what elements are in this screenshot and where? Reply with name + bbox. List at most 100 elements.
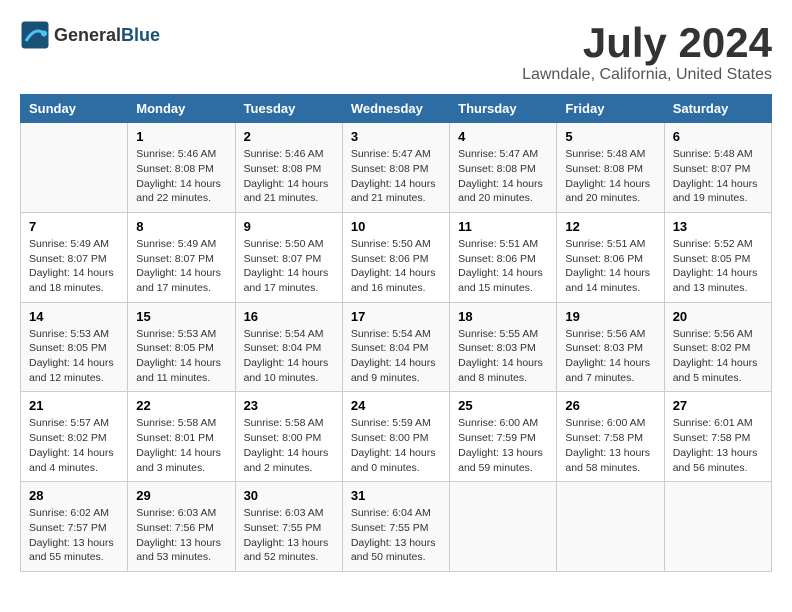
day-detail: Sunrise: 5:54 AM Sunset: 8:04 PM Dayligh… — [351, 327, 441, 386]
day-detail: Sunrise: 5:56 AM Sunset: 8:03 PM Dayligh… — [565, 327, 655, 386]
calendar-cell: 7 Sunrise: 5:49 AM Sunset: 8:07 PM Daylig… — [21, 212, 128, 302]
calendar-cell: 1 Sunrise: 5:46 AM Sunset: 8:08 PM Daylig… — [128, 123, 235, 213]
calendar-week-row: 7 Sunrise: 5:49 AM Sunset: 8:07 PM Daylig… — [21, 212, 772, 302]
day-number: 12 — [565, 219, 655, 234]
calendar-week-row: 1 Sunrise: 5:46 AM Sunset: 8:08 PM Daylig… — [21, 123, 772, 213]
day-number: 2 — [244, 129, 334, 144]
calendar-cell: 9 Sunrise: 5:50 AM Sunset: 8:07 PM Daylig… — [235, 212, 342, 302]
day-number: 14 — [29, 309, 119, 324]
calendar-cell: 12 Sunrise: 5:51 AM Sunset: 8:06 PM Dayli… — [557, 212, 664, 302]
day-detail: Sunrise: 5:49 AM Sunset: 8:07 PM Dayligh… — [136, 237, 226, 296]
title-block: July 2024 Lawndale, California, United S… — [522, 20, 772, 84]
calendar-cell — [664, 482, 771, 572]
calendar-cell: 23 Sunrise: 5:58 AM Sunset: 8:00 PM Dayli… — [235, 392, 342, 482]
calendar-cell: 21 Sunrise: 5:57 AM Sunset: 8:02 PM Dayli… — [21, 392, 128, 482]
day-number: 21 — [29, 398, 119, 413]
day-detail: Sunrise: 6:03 AM Sunset: 7:56 PM Dayligh… — [136, 506, 226, 565]
day-of-week-header: Wednesday — [342, 95, 449, 123]
day-detail: Sunrise: 5:47 AM Sunset: 8:08 PM Dayligh… — [458, 147, 548, 206]
calendar-cell — [557, 482, 664, 572]
day-number: 23 — [244, 398, 334, 413]
day-detail: Sunrise: 5:53 AM Sunset: 8:05 PM Dayligh… — [136, 327, 226, 386]
month-title: July 2024 — [522, 20, 772, 66]
calendar-cell: 15Sunrise: 5:53 AM Sunset: 8:05 PM Dayli… — [128, 302, 235, 392]
calendar-cell: 16 Sunrise: 5:54 AM Sunset: 8:04 PM Dayli… — [235, 302, 342, 392]
day-detail: Sunrise: 5:52 AM Sunset: 8:05 PM Dayligh… — [673, 237, 763, 296]
day-detail: Sunrise: 5:46 AM Sunset: 8:08 PM Dayligh… — [244, 147, 334, 206]
day-detail: Sunrise: 5:57 AM Sunset: 8:02 PM Dayligh… — [29, 416, 119, 475]
day-of-week-header: Tuesday — [235, 95, 342, 123]
day-detail: Sunrise: 6:03 AM Sunset: 7:55 PM Dayligh… — [244, 506, 334, 565]
day-detail: Sunrise: 5:50 AM Sunset: 8:07 PM Dayligh… — [244, 237, 334, 296]
day-number: 1 — [136, 129, 226, 144]
day-detail: Sunrise: 6:00 AM Sunset: 7:59 PM Dayligh… — [458, 416, 548, 475]
calendar-cell: 26 Sunrise: 6:00 AM Sunset: 7:58 PM Dayli… — [557, 392, 664, 482]
calendar-week-row: 14 Sunrise: 5:53 AM Sunset: 8:05 PM Dayli… — [21, 302, 772, 392]
calendar-cell — [450, 482, 557, 572]
calendar-cell: 11Sunrise: 5:51 AM Sunset: 8:06 PM Dayli… — [450, 212, 557, 302]
calendar-cell: 17 Sunrise: 5:54 AM Sunset: 8:04 PM Dayli… — [342, 302, 449, 392]
calendar-cell: 24Sunrise: 5:59 AM Sunset: 8:00 PM Dayli… — [342, 392, 449, 482]
day-number: 28 — [29, 488, 119, 503]
day-detail: Sunrise: 5:48 AM Sunset: 8:07 PM Dayligh… — [673, 147, 763, 206]
day-number: 5 — [565, 129, 655, 144]
logo-text-general: General — [54, 25, 121, 46]
day-number: 4 — [458, 129, 548, 144]
calendar-cell: 2 Sunrise: 5:46 AM Sunset: 8:08 PM Daylig… — [235, 123, 342, 213]
day-detail: Sunrise: 5:46 AM Sunset: 8:08 PM Dayligh… — [136, 147, 226, 206]
calendar-cell: 27Sunrise: 6:01 AM Sunset: 7:58 PM Dayli… — [664, 392, 771, 482]
day-number: 8 — [136, 219, 226, 234]
day-number: 13 — [673, 219, 763, 234]
day-number: 22 — [136, 398, 226, 413]
day-number: 17 — [351, 309, 441, 324]
day-detail: Sunrise: 5:47 AM Sunset: 8:08 PM Dayligh… — [351, 147, 441, 206]
day-number: 27 — [673, 398, 763, 413]
day-number: 20 — [673, 309, 763, 324]
calendar-cell: 4 Sunrise: 5:47 AM Sunset: 8:08 PM Daylig… — [450, 123, 557, 213]
calendar-cell: 14 Sunrise: 5:53 AM Sunset: 8:05 PM Dayli… — [21, 302, 128, 392]
day-number: 30 — [244, 488, 334, 503]
calendar-body: 1 Sunrise: 5:46 AM Sunset: 8:08 PM Daylig… — [21, 123, 772, 572]
calendar-table: SundayMondayTuesdayWednesdayThursdayFrid… — [20, 94, 772, 572]
calendar-week-row: 28Sunrise: 6:02 AM Sunset: 7:57 PM Dayli… — [21, 482, 772, 572]
day-number: 19 — [565, 309, 655, 324]
calendar-header-row: SundayMondayTuesdayWednesdayThursdayFrid… — [21, 95, 772, 123]
calendar-cell: 31 Sunrise: 6:04 AM Sunset: 7:55 PM Dayli… — [342, 482, 449, 572]
day-detail: Sunrise: 5:51 AM Sunset: 8:06 PM Dayligh… — [458, 237, 548, 296]
day-detail: Sunrise: 5:58 AM Sunset: 8:00 PM Dayligh… — [244, 416, 334, 475]
day-detail: Sunrise: 5:55 AM Sunset: 8:03 PM Dayligh… — [458, 327, 548, 386]
calendar-cell: 28Sunrise: 6:02 AM Sunset: 7:57 PM Dayli… — [21, 482, 128, 572]
logo-icon — [20, 20, 50, 50]
day-number: 10 — [351, 219, 441, 234]
day-number: 3 — [351, 129, 441, 144]
day-detail: Sunrise: 5:49 AM Sunset: 8:07 PM Dayligh… — [29, 237, 119, 296]
calendar-cell: 25Sunrise: 6:00 AM Sunset: 7:59 PM Dayli… — [450, 392, 557, 482]
day-of-week-header: Sunday — [21, 95, 128, 123]
day-detail: Sunrise: 6:04 AM Sunset: 7:55 PM Dayligh… — [351, 506, 441, 565]
calendar-cell: 13 Sunrise: 5:52 AM Sunset: 8:05 PM Dayli… — [664, 212, 771, 302]
day-number: 16 — [244, 309, 334, 324]
day-number: 7 — [29, 219, 119, 234]
day-detail: Sunrise: 5:48 AM Sunset: 8:08 PM Dayligh… — [565, 147, 655, 206]
calendar-cell — [21, 123, 128, 213]
logo-text-blue: Blue — [121, 25, 160, 46]
calendar-week-row: 21 Sunrise: 5:57 AM Sunset: 8:02 PM Dayli… — [21, 392, 772, 482]
day-detail: Sunrise: 5:54 AM Sunset: 8:04 PM Dayligh… — [244, 327, 334, 386]
calendar-cell: 19 Sunrise: 5:56 AM Sunset: 8:03 PM Dayli… — [557, 302, 664, 392]
day-detail: Sunrise: 5:53 AM Sunset: 8:05 PM Dayligh… — [29, 327, 119, 386]
calendar-cell: 6Sunrise: 5:48 AM Sunset: 8:07 PM Daylig… — [664, 123, 771, 213]
day-number: 29 — [136, 488, 226, 503]
day-number: 18 — [458, 309, 548, 324]
day-number: 26 — [565, 398, 655, 413]
day-detail: Sunrise: 6:00 AM Sunset: 7:58 PM Dayligh… — [565, 416, 655, 475]
calendar-cell: 20Sunrise: 5:56 AM Sunset: 8:02 PM Dayli… — [664, 302, 771, 392]
day-number: 9 — [244, 219, 334, 234]
calendar-cell: 10 Sunrise: 5:50 AM Sunset: 8:06 PM Dayli… — [342, 212, 449, 302]
day-number: 31 — [351, 488, 441, 503]
day-of-week-header: Saturday — [664, 95, 771, 123]
calendar-cell: 8 Sunrise: 5:49 AM Sunset: 8:07 PM Daylig… — [128, 212, 235, 302]
day-of-week-header: Thursday — [450, 95, 557, 123]
day-detail: Sunrise: 5:51 AM Sunset: 8:06 PM Dayligh… — [565, 237, 655, 296]
logo: General Blue — [20, 20, 160, 50]
day-detail: Sunrise: 5:50 AM Sunset: 8:06 PM Dayligh… — [351, 237, 441, 296]
